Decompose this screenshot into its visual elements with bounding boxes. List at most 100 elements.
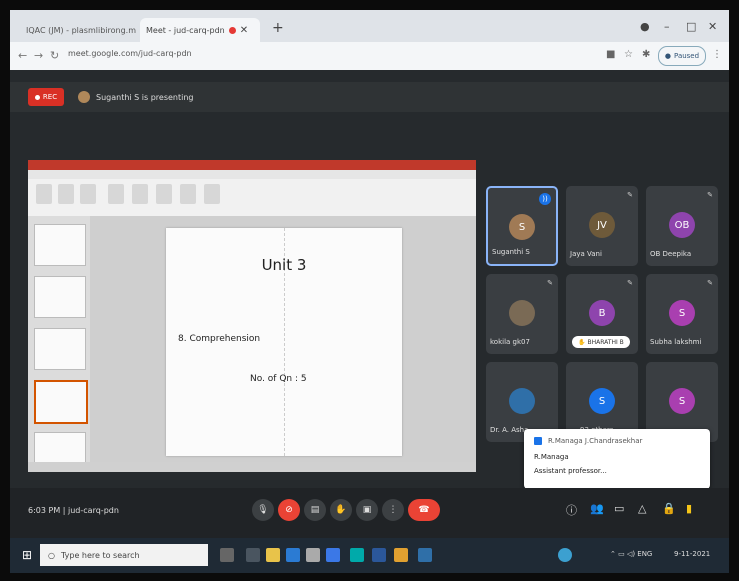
- camera-off-icon[interactable]: ⊘: [278, 499, 300, 521]
- menu-icon[interactable]: ⋮: [712, 49, 722, 60]
- leave-call-button[interactable]: ☎: [408, 499, 440, 521]
- close-window-icon[interactable]: ✕: [708, 20, 717, 33]
- camera-icon[interactable]: ■: [606, 49, 615, 60]
- slide-title: Unit 3: [261, 256, 307, 274]
- host-controls-icon[interactable]: ▮: [686, 502, 692, 515]
- taskbar-search[interactable]: ○ Type here to search: [40, 544, 208, 566]
- app-icon[interactable]: [418, 548, 432, 562]
- ribbon-button: [58, 184, 74, 204]
- address-bar: ← → ↻ meet.google.com/jud-carq-pdn ■ ☆ ✱…: [10, 42, 729, 70]
- profile-button[interactable]: ● Paused: [658, 46, 706, 66]
- chrome-icon[interactable]: [394, 548, 408, 562]
- slide-thumbnails: [28, 216, 90, 472]
- participant-name: Jaya Vani: [570, 250, 602, 258]
- mic-off-icon: ✎: [627, 191, 633, 199]
- browser-tab-bar: IQAC (JM) - plasmlibirong.m - S ✕ Meet -…: [10, 10, 729, 42]
- avatar: B: [589, 300, 615, 326]
- participant-tile[interactable]: ✎ kokila gk07: [486, 274, 558, 354]
- ribbon-button: [36, 184, 52, 204]
- chat-icon[interactable]: ▭: [614, 502, 624, 515]
- notification-message: Assistant professor...: [534, 467, 607, 475]
- slide-area: Unit 3 8. Comprehension No. of Qn : 5: [90, 216, 476, 472]
- captions-icon[interactable]: ▤: [304, 499, 326, 521]
- search-icon: ○: [48, 550, 55, 560]
- windows-taskbar: ⊞ ○ Type here to search ⌃ ▭ ◁) ENG 9-11-…: [10, 538, 729, 573]
- rec-dot-icon: [34, 94, 40, 100]
- tab-meet[interactable]: Meet - jud-carq-pdn ✕: [140, 18, 260, 42]
- presenting-banner: REC Suganthi S is presenting: [10, 82, 729, 112]
- weather-icon[interactable]: [558, 548, 572, 562]
- ppt-status-bar: [28, 462, 476, 472]
- notification-sender: R.Managa: [534, 453, 569, 461]
- avatar: [78, 91, 90, 103]
- reload-icon[interactable]: ↻: [50, 49, 59, 62]
- meet-controls-bar: 6:03 PM | jud-carq-pdn 🎙 ⊘ ▤ ✋ ▣ ⋮ ☎ ⓘ 👥…: [10, 488, 729, 538]
- new-tab-icon[interactable]: +: [272, 20, 284, 36]
- task-view-icon[interactable]: [246, 548, 260, 562]
- presenting-label: Suganthi S is presenting: [78, 88, 194, 106]
- extensions-icon[interactable]: ✱: [642, 49, 650, 60]
- slide: Unit 3 8. Comprehension No. of Qn : 5: [166, 228, 402, 456]
- participant-name: Subha lakshmi: [650, 338, 702, 346]
- maximize-icon[interactable]: □: [686, 20, 696, 33]
- tab-label: Meet - jud-carq-pdn: [146, 25, 225, 35]
- mic-icon[interactable]: 🎙: [252, 499, 274, 521]
- monitor-screen: IQAC (JM) - plasmlibirong.m - S ✕ Meet -…: [10, 10, 729, 573]
- close-icon[interactable]: ✕: [240, 25, 248, 36]
- back-icon[interactable]: ←: [18, 49, 27, 62]
- ppt-ribbon: [28, 170, 476, 217]
- url-field[interactable]: meet.google.com/jud-carq-pdn: [68, 49, 192, 58]
- system-tray-icons[interactable]: ⌃ ▭ ◁) ENG: [610, 550, 652, 558]
- chat-icon: [534, 437, 542, 445]
- speaking-icon: )): [539, 193, 551, 205]
- avatar: [509, 300, 535, 326]
- file-explorer-icon[interactable]: [266, 548, 280, 562]
- lock-icon[interactable]: 🔒: [662, 502, 676, 515]
- windows-start-icon[interactable]: ⊞: [22, 548, 32, 562]
- app-icon[interactable]: [326, 548, 340, 562]
- mic-off-icon: ✎: [627, 279, 633, 287]
- edge-icon[interactable]: [350, 548, 364, 562]
- people-icon[interactable]: 👥: [590, 502, 604, 515]
- participant-name: kokila gk07: [490, 338, 530, 346]
- profile-icon: ●: [664, 52, 672, 60]
- store-icon[interactable]: [286, 548, 300, 562]
- activities-icon[interactable]: △: [638, 502, 646, 515]
- clock-date[interactable]: 9-11-2021: [674, 550, 710, 558]
- forward-icon[interactable]: →: [34, 49, 43, 62]
- more-options-icon[interactable]: ⋮: [382, 499, 404, 521]
- star-icon[interactable]: ☆: [624, 49, 633, 60]
- photo-frame: IQAC (JM) - plasmlibirong.m - S ✕ Meet -…: [0, 0, 739, 581]
- info-icon[interactable]: ⓘ: [566, 502, 577, 518]
- ribbon-button: [108, 184, 124, 204]
- tab-label: IQAC (JM) - plasmlibirong.m - S: [26, 25, 138, 35]
- participant-name-pill: ✋ BHARATHI B: [572, 336, 630, 348]
- ribbon-button: [180, 184, 196, 204]
- participant-name: Suganthi S: [492, 248, 530, 256]
- account-icon[interactable]: ●: [640, 20, 650, 33]
- minimize-icon[interactable]: –: [664, 20, 670, 33]
- slide-thumbnail: [34, 380, 88, 424]
- slide-thumbnail: [34, 432, 86, 464]
- mic-off-icon: ✎: [707, 191, 713, 199]
- tab-iqac[interactable]: IQAC (JM) - plasmlibirong.m - S ✕: [20, 18, 138, 42]
- participant-tile[interactable]: ✎ OB OB Deepika: [646, 186, 718, 266]
- slide-thumbnail: [34, 328, 86, 370]
- avatar: JV: [589, 212, 615, 238]
- ribbon-button: [132, 184, 148, 204]
- participant-tile[interactable]: ✎ JV Jaya Vani: [566, 186, 638, 266]
- raise-hand-icon[interactable]: ✋: [330, 499, 352, 521]
- mic-icon[interactable]: [220, 548, 234, 562]
- slide-thumbnail: [34, 276, 86, 318]
- present-icon[interactable]: ▣: [356, 499, 378, 521]
- word-icon[interactable]: [372, 548, 386, 562]
- hand-icon: ✋: [578, 338, 586, 346]
- participant-tile[interactable]: )) S Suganthi S: [486, 186, 558, 266]
- rec-indicator[interactable]: REC: [28, 88, 64, 106]
- participant-tile[interactable]: ✎ B ✋ BHARATHI B: [566, 274, 638, 354]
- slide-body: 8. Comprehension: [178, 334, 261, 344]
- chat-notification[interactable]: R.Managa J.Chandrasekhar R.Managa Assist…: [524, 429, 710, 489]
- ribbon-button: [204, 184, 220, 204]
- app-icon[interactable]: [306, 548, 320, 562]
- participant-tile[interactable]: ✎ S Subha lakshmi: [646, 274, 718, 354]
